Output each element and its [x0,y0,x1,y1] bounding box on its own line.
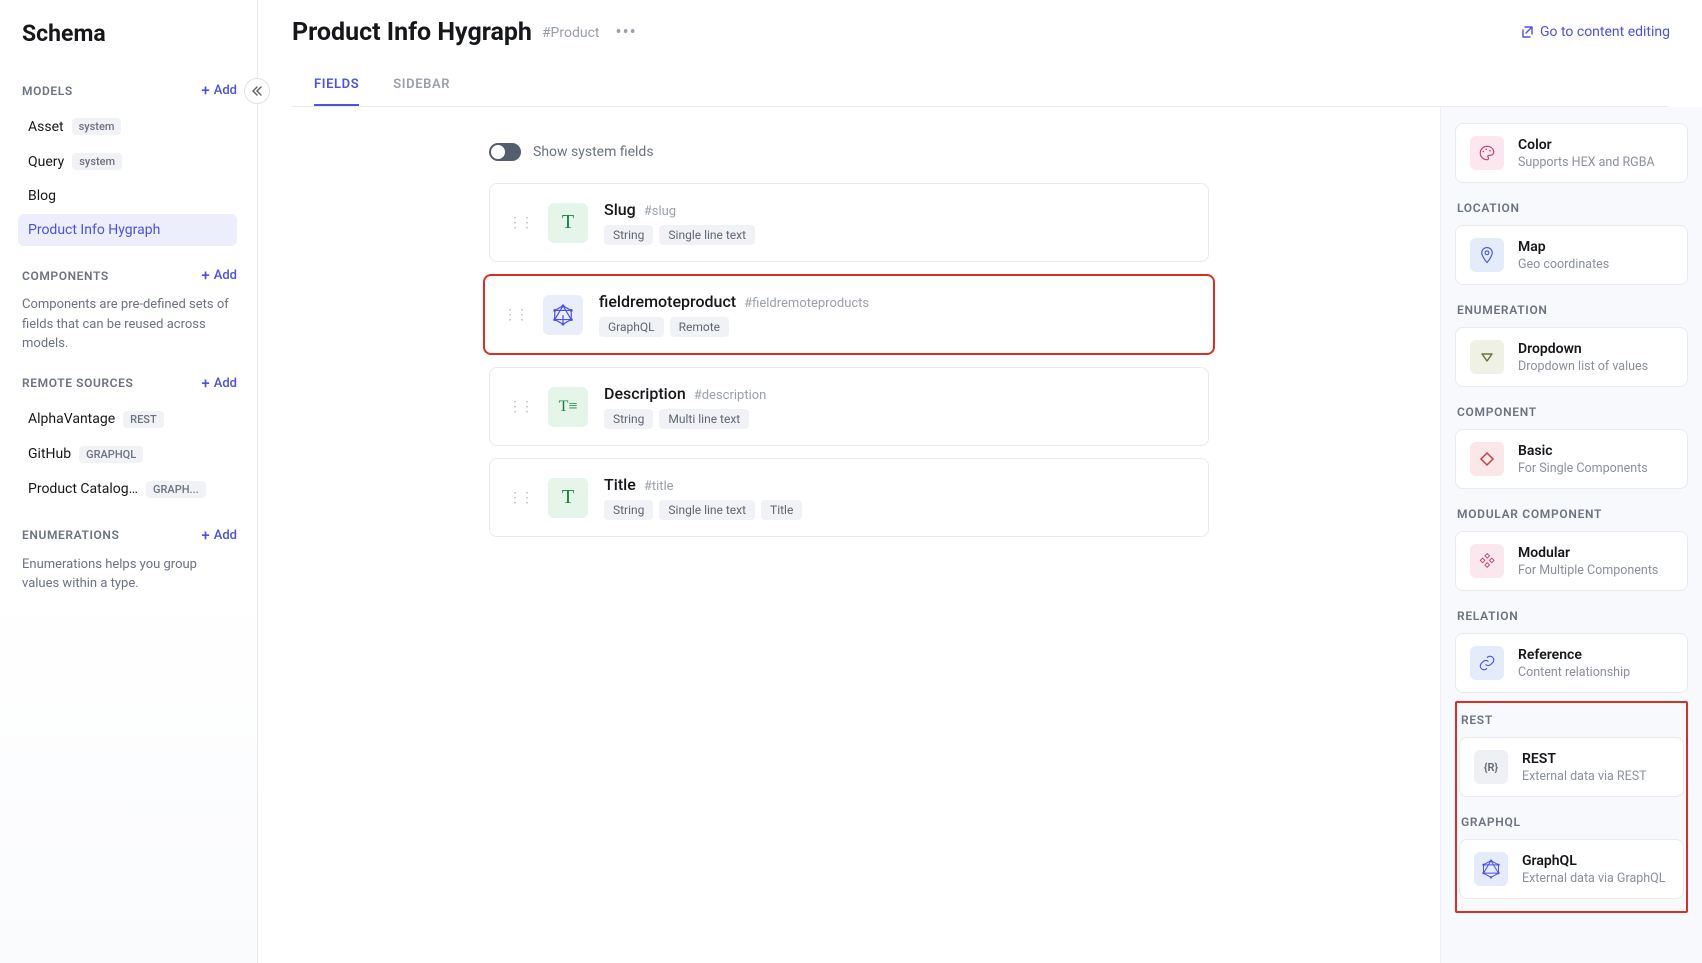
add-component-button[interactable]: +Add [201,268,237,283]
external-link-icon [1520,25,1534,39]
field-type-basic[interactable]: BasicFor Single Components [1455,429,1688,489]
ft-section-enumeration: ENUMERATION [1457,303,1688,317]
model-item-product-info[interactable]: Product Info Hygraph [18,214,237,246]
remote-source-product-catalog[interactable]: Product Catalog... GRAPH... [18,473,237,506]
ft-section-rest: REST [1461,713,1684,727]
field-card-description[interactable]: ⋮⋮ T≡ Description #description String Mu… [489,367,1209,446]
schema-sidebar: Schema MODELS +Add Asset system Query sy… [0,0,258,963]
add-model-button[interactable]: +Add [201,83,237,98]
sidebar-title: Schema [22,20,237,47]
model-item-asset[interactable]: Asset system [18,110,237,143]
plus-icon: + [201,376,209,391]
go-to-content-editing-link[interactable]: Go to content editing [1520,24,1670,40]
triangle-down-icon [1470,340,1504,374]
show-system-fields-label: Show system fields [533,144,654,160]
multi-line-text-icon: T≡ [548,387,588,427]
rest-icon: {R} [1474,750,1508,784]
main-content: Product Info Hygraph #Product ••• Go to … [258,0,1702,963]
field-type-color[interactable]: ColorSupports HEX and RGBA [1455,123,1688,183]
tab-sidebar[interactable]: SIDEBAR [393,67,450,106]
diamond-icon [1470,442,1504,476]
tab-fields[interactable]: FIELDS [314,67,359,106]
more-actions-button[interactable]: ••• [610,18,643,47]
ft-section-relation: RELATION [1457,609,1688,623]
remote-source-github[interactable]: GitHub GRAPHQL [18,438,237,471]
add-enumeration-button[interactable]: +Add [201,528,237,543]
components-desc: Components are pre-defined sets of field… [22,295,237,354]
palette-icon [1470,136,1504,170]
drag-handle-icon[interactable]: ⋮⋮ [503,307,527,323]
plus-icon: + [201,528,209,543]
field-type-rest[interactable]: {R} RESTExternal data via REST [1459,737,1684,797]
graphql-icon [543,295,583,335]
remote-sources-section-label: REMOTE SOURCES [22,376,133,390]
drag-handle-icon[interactable]: ⋮⋮ [508,399,532,415]
enumerations-section-label: ENUMERATIONS [22,528,119,542]
ft-section-graphql: GRAPHQL [1461,815,1684,829]
link-icon [1470,646,1504,680]
model-item-blog[interactable]: Blog [18,180,237,212]
single-line-text-icon: T [548,478,588,518]
show-system-fields-toggle[interactable] [489,143,521,161]
field-type-map[interactable]: MapGeo coordinates [1455,225,1688,285]
enumerations-desc: Enumerations helps you group values with… [22,555,237,594]
add-remote-source-button[interactable]: +Add [201,376,237,391]
field-card-slug[interactable]: ⋮⋮ T Slug #slug String Single line text [489,183,1209,262]
single-line-text-icon: T [548,203,588,243]
field-type-dropdown[interactable]: DropdownDropdown list of values [1455,327,1688,387]
drag-handle-icon[interactable]: ⋮⋮ [508,490,532,506]
field-type-graphql[interactable]: GraphQLExternal data via GraphQL [1459,839,1684,899]
drag-handle-icon[interactable]: ⋮⋮ [508,215,532,231]
model-item-query[interactable]: Query system [18,145,237,178]
ft-section-component: COMPONENT [1457,405,1688,419]
models-section-label: MODELS [22,84,73,98]
ft-section-modular: MODULAR COMPONENT [1457,507,1688,521]
model-api-id: #Product [542,25,600,41]
plus-icon: + [201,268,209,283]
field-card-title[interactable]: ⋮⋮ T Title #title String Single line tex… [489,458,1209,537]
diamonds-icon [1470,544,1504,578]
page-title: Product Info Hygraph [292,18,532,47]
remote-source-alphavantage[interactable]: AlphaVantage REST [18,403,237,436]
ft-section-location: LOCATION [1457,201,1688,215]
graphql-icon [1474,852,1508,886]
field-card-remote-product[interactable]: ⋮⋮ fieldremoteproduct #fieldremoteproduc… [483,274,1215,355]
field-type-reference[interactable]: ReferenceContent relationship [1455,633,1688,693]
components-section-label: COMPONENTS [22,269,109,283]
field-type-modular[interactable]: ModularFor Multiple Components [1455,531,1688,591]
field-types-panel: ColorSupports HEX and RGBA LOCATION MapG… [1440,107,1702,963]
highlight-remote-fields: REST {R} RESTExternal data via REST GRAP… [1455,701,1688,913]
pin-icon [1470,238,1504,272]
plus-icon: + [201,83,209,98]
